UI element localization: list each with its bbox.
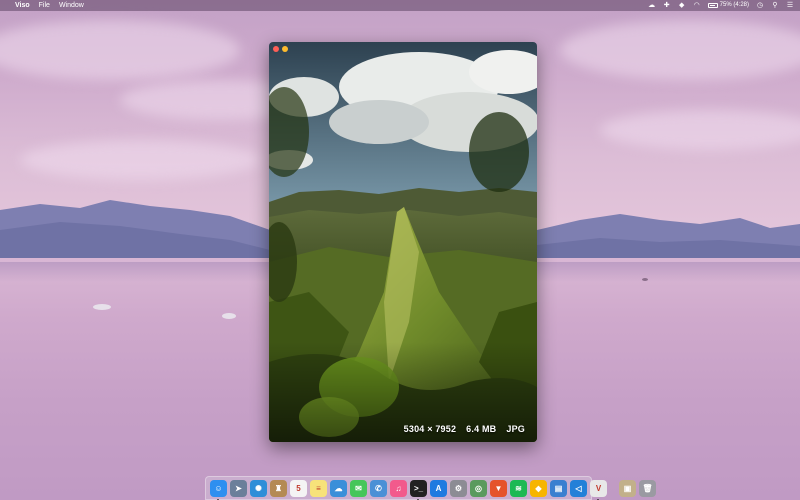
window-controls: [273, 46, 288, 52]
sketch-icon[interactable]: ◆: [530, 479, 547, 497]
rock: [222, 313, 236, 319]
spotify-icon[interactable]: ≋: [510, 479, 527, 497]
cloud-icon[interactable]: ☁: [330, 479, 347, 497]
cloud: [20, 140, 260, 180]
plus-icon[interactable]: ✚: [663, 2, 671, 10]
archive-icon[interactable]: ▣: [619, 479, 636, 497]
photo-mountain: [269, 42, 537, 442]
image-format: JPG: [506, 424, 525, 434]
dropbox-icon[interactable]: ◆: [678, 2, 686, 10]
files-icon[interactable]: ▤: [550, 479, 567, 497]
image-file-size: 6.4 MB: [466, 424, 497, 434]
menu-app-name[interactable]: Viso: [15, 0, 30, 11]
image-info-bar: 5304 × 7952 6.4 MB JPG: [404, 424, 525, 434]
clock-icon[interactable]: ◷: [756, 2, 764, 10]
minimize-button[interactable]: [282, 46, 288, 52]
compass-icon[interactable]: ➤: [230, 479, 247, 497]
wifi-icon[interactable]: ◠: [693, 2, 701, 10]
rock: [93, 304, 111, 310]
battery-status[interactable]: 75% (4:28): [707, 0, 749, 11]
vivaldi-icon[interactable]: V: [590, 479, 607, 500]
image-dimensions: 5304 × 7952: [403, 424, 457, 434]
settings-icon[interactable]: ⚙: [450, 479, 467, 497]
calendar-icon[interactable]: 5: [290, 479, 307, 497]
brave-icon[interactable]: ▼: [490, 479, 507, 497]
notes-icon[interactable]: ≡: [310, 479, 327, 497]
messaging-icon[interactable]: ✆: [370, 479, 387, 497]
terminal-icon[interactable]: >_: [410, 479, 427, 500]
contacts-icon[interactable]: ♜: [270, 479, 287, 497]
dock: ☺ ➤ ✺ ♜ 5 ≡ ☁ ✉ ✆ ♫ >_ A ⚙ ◎ ▼ ≋ ◆ ▤ ◁ V ▣ 🗑: [205, 476, 656, 500]
menu-file[interactable]: File: [39, 0, 50, 11]
globe-icon[interactable]: ◎: [470, 479, 487, 497]
finder-icon[interactable]: ☺: [210, 479, 227, 500]
menu-window[interactable]: Window: [59, 0, 84, 11]
rock: [642, 278, 648, 281]
itunes-icon[interactable]: ♫: [390, 479, 407, 497]
safari-icon[interactable]: ✺: [250, 479, 267, 497]
control-center-icon[interactable]: ☰: [786, 2, 794, 10]
app-store-icon[interactable]: A: [430, 479, 447, 497]
battery-icon: [707, 3, 718, 8]
search-icon[interactable]: ⚲: [771, 2, 779, 10]
close-button[interactable]: [273, 46, 279, 52]
battery-text: 75% (4:28): [719, 2, 749, 8]
trash-icon[interactable]: 🗑: [639, 479, 656, 497]
menu-bar: Viso File Window ☁ ✚ ◆ ◠ 75% (4:28) ◷ ⚲ …: [0, 0, 800, 11]
vscode-icon[interactable]: ◁: [570, 479, 587, 497]
messages-icon[interactable]: ✉: [350, 479, 367, 497]
creative-cloud-icon[interactable]: ☁: [648, 2, 656, 10]
image-viewer-window[interactable]: 5304 × 7952 6.4 MB JPG: [269, 42, 537, 442]
